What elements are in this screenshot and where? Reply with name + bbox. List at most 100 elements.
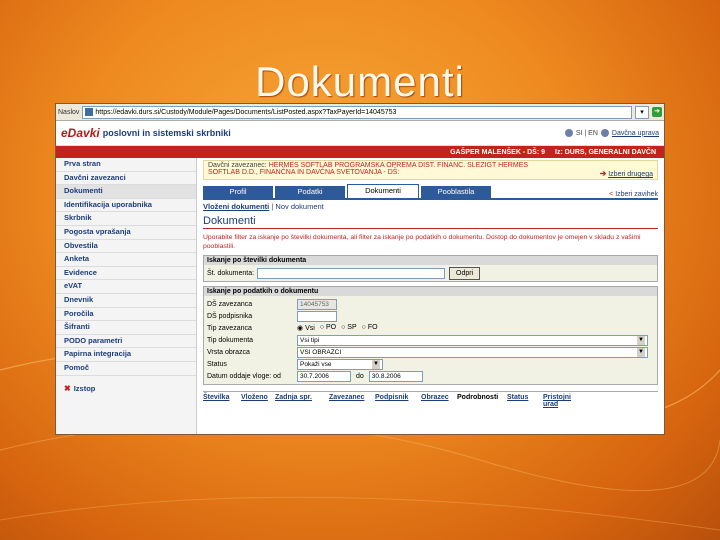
arrow-right-icon: ➔ [599, 169, 607, 178]
logout-label: Izstop [73, 383, 96, 393]
radio-sp-label: SP [347, 324, 357, 331]
date-to-input[interactable]: 30.8.2006 [368, 370, 423, 382]
url-field[interactable]: https://edavki.durs.si/Custody/Module/Pa… [82, 105, 632, 119]
sidebar-item-anketa[interactable]: Anketa [56, 253, 196, 267]
user-organisation: Iz: DURS, GENERALNI DAVČN [555, 148, 656, 156]
close-icon: ✖ [64, 383, 71, 393]
tax-office-link[interactable]: Davčna uprava [612, 130, 659, 137]
signer-id-label: DŠ podpisnika [207, 312, 253, 320]
sidebar-item-pomoc[interactable]: Pomoč [56, 361, 196, 376]
taxpayer-line2: SOFTLAB D.D., FINANČNA IN DAVČNA SVETOVA… [208, 169, 400, 176]
radio-fo[interactable]: ○ FO [362, 324, 378, 332]
main-content: Davčni zavezanec: HERMES SOFTLAB PROGRAM… [197, 158, 664, 434]
date-from-input[interactable]: 30.7.2006 [297, 370, 351, 382]
col-submitted[interactable]: Vloženo [241, 394, 275, 408]
radio-sp[interactable]: ○ SP [341, 324, 357, 332]
chevron-down-icon: ▼ [372, 359, 380, 369]
col-office[interactable]: Pristojni urad [543, 394, 571, 408]
sidebar-item-skrbnik[interactable]: Skrbnik [56, 212, 196, 226]
tab-profil[interactable]: Profil [203, 186, 273, 198]
doc-type-select[interactable]: Vsi tipi ▼ [297, 334, 648, 346]
sidebar-item-sifranti[interactable]: Šifranti [56, 321, 196, 335]
sidebar-item-dokumenti[interactable]: Dokumenti [56, 185, 196, 199]
doc-number-input[interactable] [257, 267, 445, 279]
radio-po[interactable]: ○ PO [320, 324, 336, 332]
home-icon [600, 129, 609, 137]
sidebar-menu: Prva stran Davčni zavezanci Dokumenti Id… [56, 158, 197, 434]
col-form[interactable]: Obrazec [421, 394, 457, 408]
radio-all-label: Vsi [305, 325, 315, 332]
address-bar: Naslov https://edavki.durs.si/Custody/Mo… [56, 104, 664, 121]
sidebar-item-dnevnik[interactable]: Dnevnik [56, 293, 196, 308]
chevron-down-icon: ▼ [637, 347, 645, 357]
col-taxpayer[interactable]: Zavezanec [329, 394, 375, 408]
sidebar-item-evat[interactable]: eVAT [56, 280, 196, 294]
choose-tab-link[interactable]: < Izberi zavihek [609, 191, 658, 198]
choose-tab-label: Izberi zavihek [615, 191, 658, 198]
language-switch[interactable]: SI | EN [576, 130, 598, 137]
logout-button[interactable]: ✖ Izstop [56, 380, 196, 398]
sidebar-item-papirna-integracija[interactable]: Papirna integracija [56, 348, 196, 362]
signer-id-input[interactable] [297, 310, 337, 322]
form-type-value: VSI OBRAZCI [300, 348, 342, 356]
sidebar-item-porocila[interactable]: Poročila [56, 307, 196, 322]
globe-icon [564, 129, 573, 137]
search-by-data-title: Iskanje po podatkih o dokumentu [204, 287, 657, 296]
sidebar-item-obvestila[interactable]: Obvestila [56, 239, 196, 254]
sidebar-item-identifikacija[interactable]: Identifikacija uporabnika [56, 198, 196, 213]
form-type-label: Vrsta obrazca [207, 348, 250, 356]
taxpayer-id-input[interactable]: 14045753 [297, 298, 337, 310]
open-button[interactable]: Odpri [449, 266, 481, 280]
status-select[interactable]: Pokaži vse ▼ [297, 358, 383, 370]
subnav-separator: | [271, 202, 274, 211]
user-bar: GAŠPER MALENŠEK - DŠ: 9 Iz: DURS, GENERA… [56, 146, 664, 158]
radio-fo-label: FO [367, 324, 378, 331]
status-label: Status [207, 360, 227, 368]
doc-type-label: Tip dokumenta [207, 336, 254, 344]
radio-po-label: PO [325, 324, 337, 331]
taxpayer-type-radios: ◉ Vsi ○ PO ○ SP ○ FO [297, 324, 378, 332]
subnav-submitted[interactable]: Vloženi dokumenti [203, 202, 269, 211]
logo-subtitle: poslovni in sistemski skrbniki [102, 128, 231, 138]
col-last-change[interactable]: Zadnja spr. [275, 394, 329, 408]
subnav: Vloženi dokumenti | Nov dokument [203, 202, 658, 211]
intro-text: Uporabite filter za iskanje po številki … [203, 234, 641, 250]
app-header: eDavki poslovni in sistemski skrbniki SI… [56, 121, 664, 146]
slide-title: Dokumenti [255, 58, 465, 105]
tab-pooblastila[interactable]: Pooblastila [421, 186, 491, 198]
date-to-label: do [356, 372, 364, 380]
col-status[interactable]: Status [507, 394, 543, 408]
user-name: GAŠPER MALENŠEK - DŠ: 9 [450, 148, 546, 156]
sidebar-item-davcni-zavezanci[interactable]: Davčni zavezanci [56, 171, 196, 186]
logo[interactable]: eDavki poslovni in sistemski skrbniki [61, 126, 231, 140]
subnav-new-document[interactable]: Nov dokument [275, 202, 323, 211]
col-number[interactable]: Številka [203, 394, 241, 408]
tab-bar: Profil Podatki Dokumenti Pooblastila < I… [203, 184, 658, 198]
sidebar-item-pogosta-vprasanja[interactable]: Pogosta vprašanja [56, 225, 196, 240]
tab-podatki[interactable]: Podatki [275, 186, 345, 198]
status-value: Pokaži vse [300, 360, 332, 368]
col-signer[interactable]: Podpisnik [375, 394, 421, 408]
radio-all[interactable]: ◉ Vsi [297, 324, 315, 332]
sidebar-item-evidence[interactable]: Evidence [56, 266, 196, 281]
browser-screenshot: Naslov https://edavki.durs.si/Custody/Mo… [55, 103, 665, 435]
taxpayer-type-label: Tip zavezanca [207, 324, 252, 332]
choose-other-link[interactable]: Izberi drugega [608, 171, 653, 178]
taxpayer-name: HERMES SOFTLAB PROGRAMSKA OPREMA DIST. F… [268, 162, 529, 169]
chevron-left-icon: < [609, 191, 614, 198]
doc-number-label: Št. dokumenta: [207, 269, 255, 277]
tab-dokumenti[interactable]: Dokumenti [347, 184, 419, 198]
url-text: https://edavki.durs.si/Custody/Module/Pa… [95, 108, 397, 116]
address-label: Naslov [58, 108, 80, 116]
search-by-data-box: Iskanje po podatkih o dokumentu DŠ zavez… [203, 286, 658, 385]
taxpayer-label: Davčni zavezanec: [208, 162, 267, 169]
sidebar-item-prva-stran[interactable]: Prva stran [56, 158, 196, 172]
taxpayer-banner: Davčni zavezanec: HERMES SOFTLAB PROGRAM… [203, 160, 658, 180]
go-icon[interactable]: ➜ [652, 107, 662, 117]
page-icon [85, 108, 94, 116]
edavki-logo: eDavki [61, 126, 100, 140]
sidebar-item-podo-parametri[interactable]: PODO parametri [56, 334, 196, 349]
dropdown-arrow-icon[interactable]: ▾ [635, 105, 649, 119]
form-type-select[interactable]: VSI OBRAZCI ▼ [297, 346, 648, 358]
doc-type-value: Vsi tipi [300, 336, 320, 344]
